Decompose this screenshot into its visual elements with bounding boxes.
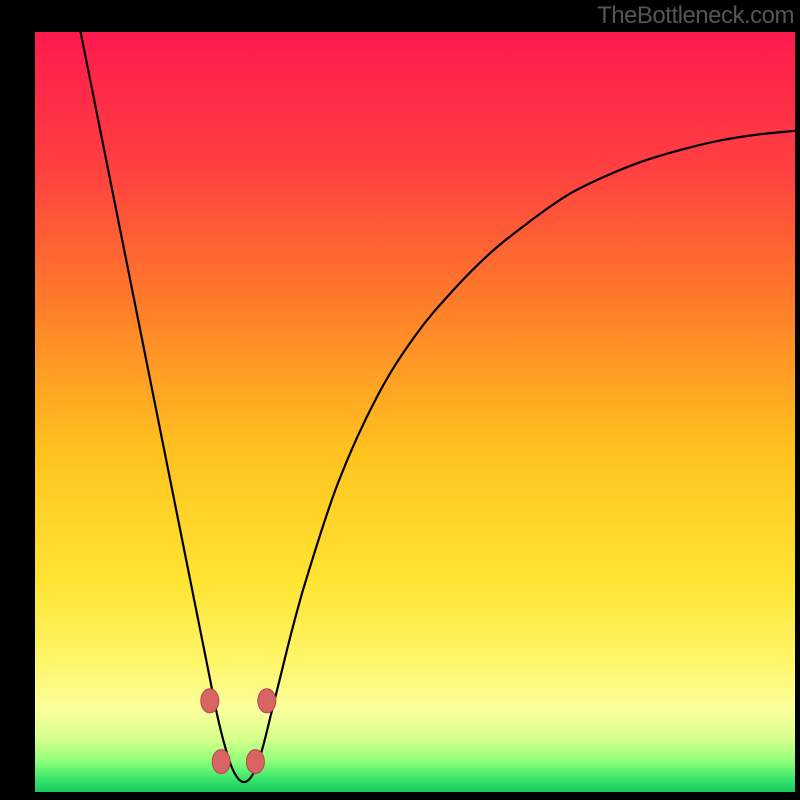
watermark-text: TheBottleneck.com [597,2,794,29]
plot-area [35,32,795,792]
marker-dot [246,750,264,774]
watermark: TheBottleneck.com [597,2,794,30]
chart-container: TheBottleneck.com [0,0,800,800]
marker-dot [258,689,276,713]
marker-dot [201,689,219,713]
bottleneck-curve-chart [35,32,795,792]
marker-dot [212,750,230,774]
gradient-background [35,32,795,792]
